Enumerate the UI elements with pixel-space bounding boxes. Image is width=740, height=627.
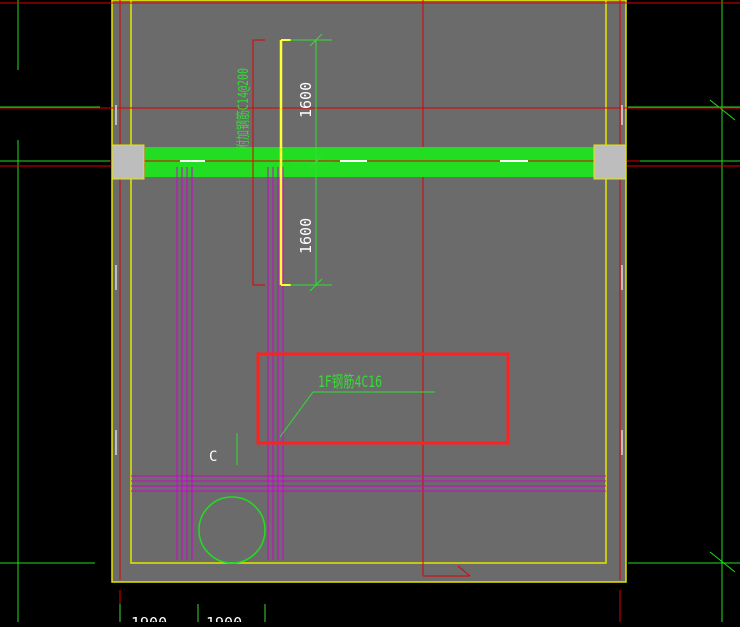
cad-viewport[interactable]: 附加钢筋C14@200 1600 1600 1F钢筋4C16 C 1900 19… bbox=[0, 0, 740, 627]
bottom-dim-right: 1900 bbox=[206, 614, 242, 622]
slab-panel[interactable] bbox=[111, 0, 627, 583]
column-right[interactable] bbox=[593, 144, 627, 180]
left-grid-lines bbox=[0, 0, 110, 622]
dim-bottom-label: 1600 bbox=[297, 218, 315, 254]
grid-label-c: C bbox=[209, 449, 217, 465]
rebar-vertical-label: 附加钢筋C14@200 bbox=[235, 68, 252, 150]
bottom-dim-left: 1900 bbox=[131, 614, 167, 622]
rebar-note-label[interactable]: 1F钢筋4C16 bbox=[318, 372, 382, 391]
drawing-canvas: 附加钢筋C14@200 1600 1600 1F钢筋4C16 C 1900 19… bbox=[0, 0, 740, 627]
right-grid-lines bbox=[628, 0, 740, 622]
column-left[interactable] bbox=[111, 144, 145, 180]
dim-top-label: 1600 bbox=[297, 82, 315, 118]
